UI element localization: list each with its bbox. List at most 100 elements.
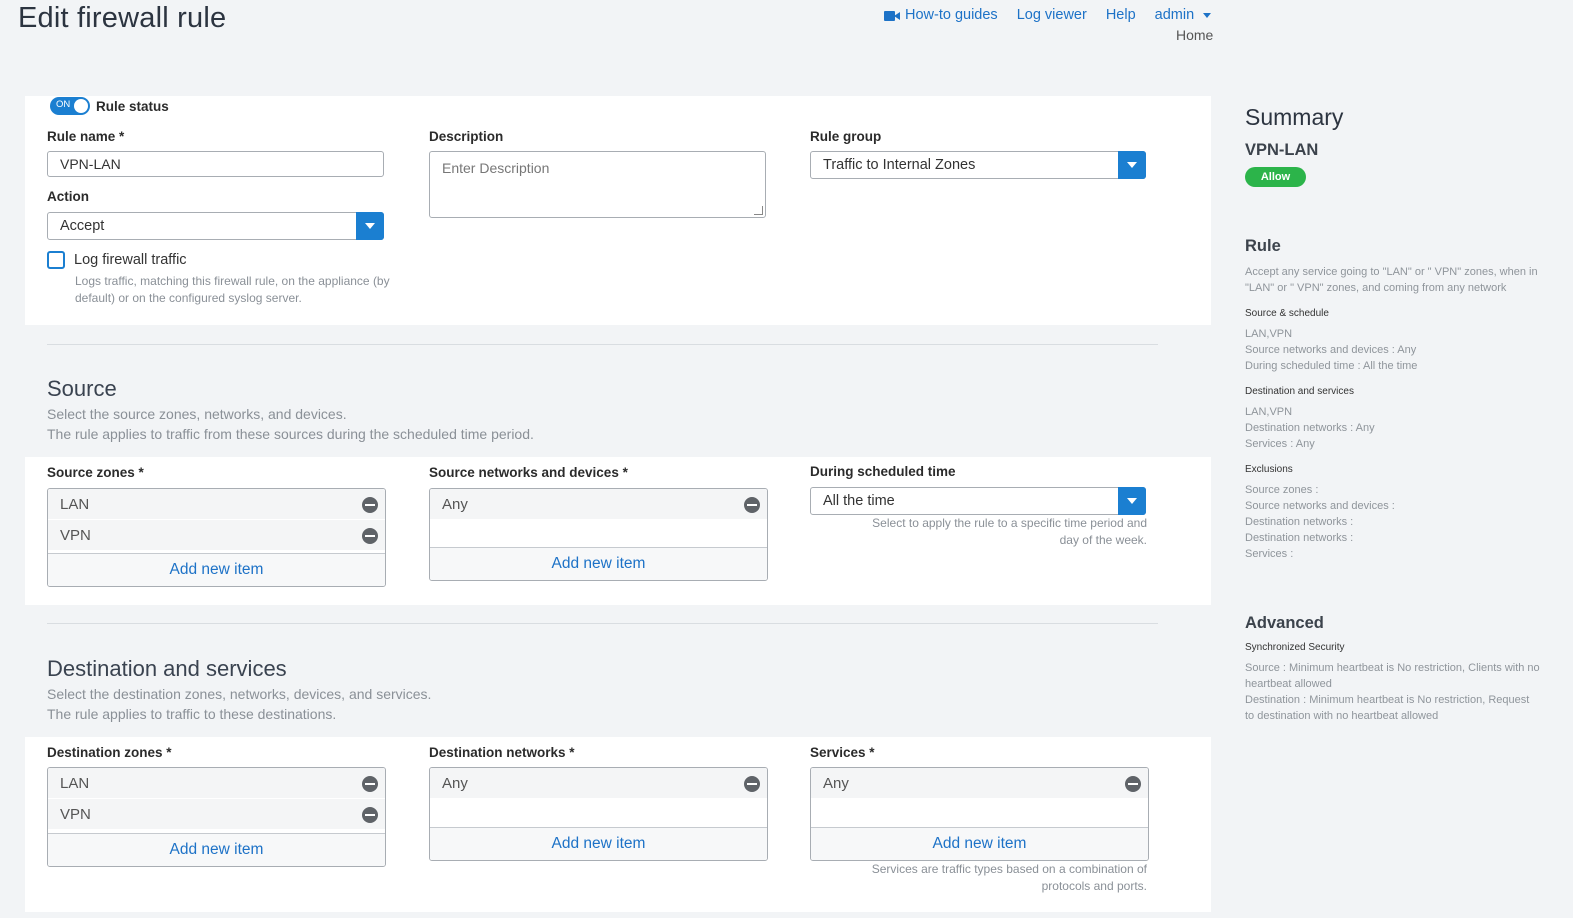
services-list: Any Add new item <box>810 767 1149 861</box>
remove-icon[interactable] <box>1125 776 1141 792</box>
list-item-label: VPN <box>60 526 91 544</box>
summary-source-heading: Source & schedule <box>1245 308 1329 319</box>
action-label: Action <box>47 189 89 204</box>
list-item-label: VPN <box>60 805 91 823</box>
destination-title: Destination and services <box>47 656 287 681</box>
source-desc-line: Select the source zones, networks, and d… <box>47 406 347 422</box>
summary-line: Source networks and devices : Any <box>1245 344 1417 356</box>
log-traffic-label: Log firewall traffic <box>74 252 187 268</box>
log-help-line: default) or on the configured syslog ser… <box>75 291 302 305</box>
top-links: How-to guides Log viewer Help admin <box>884 7 1212 23</box>
summary-line: Source zones : <box>1245 484 1319 496</box>
services-help: Services are traffic types based on a co… <box>810 861 1147 895</box>
summary-line: "LAN" or " VPN" zones, and coming from a… <box>1245 282 1507 294</box>
summary-source-lines: LAN,VPN Source networks and devices : An… <box>1245 326 1417 374</box>
summary-advanced-lines: Source : Minimum heartbeat is No restric… <box>1245 660 1540 724</box>
source-desc-line: The rule applies to traffic from these s… <box>47 426 534 442</box>
destination-desc-line: The rule applies to traffic to these des… <box>47 706 337 722</box>
add-new-item-button[interactable]: Add new item <box>811 827 1148 860</box>
admin-label: admin <box>1154 7 1195 23</box>
help-link[interactable]: Help <box>1106 7 1136 23</box>
add-new-item-button[interactable]: Add new item <box>48 553 385 586</box>
rule-group-select[interactable]: Traffic to Internal Zones <box>810 151 1146 179</box>
remove-icon[interactable] <box>362 807 378 823</box>
add-new-item-button[interactable]: Add new item <box>430 827 767 860</box>
summary-line: Destination : Minimum heartbeat is No re… <box>1245 694 1530 706</box>
howto-guides-link[interactable]: How-to guides <box>884 7 998 23</box>
summary-line: During scheduled time : All the time <box>1245 360 1418 372</box>
remove-icon[interactable] <box>362 497 378 513</box>
remove-icon[interactable] <box>362 776 378 792</box>
action-value: Accept <box>60 218 105 234</box>
summary-line: Services : Any <box>1245 438 1315 450</box>
summary-sync-heading: Synchronized Security <box>1245 642 1345 653</box>
destination-networks-list: Any Add new item <box>429 767 768 861</box>
chevron-down-icon[interactable] <box>1118 487 1146 515</box>
rule-group-label: Rule group <box>810 129 882 144</box>
breadcrumb-home[interactable]: Home <box>1176 27 1213 43</box>
add-new-item-button[interactable]: Add new item <box>430 547 767 580</box>
log-traffic-checkbox[interactable] <box>47 251 65 269</box>
list-item: LAN <box>48 489 385 520</box>
add-new-item-button[interactable]: Add new item <box>48 833 385 866</box>
summary-line: Destination networks : <box>1245 516 1354 528</box>
rule-status-label: Rule status <box>96 99 169 114</box>
status-badge: Allow <box>1245 167 1306 187</box>
source-zones-list: LAN VPN Add new item <box>47 488 386 587</box>
summary-line: Destination networks : <box>1245 532 1354 544</box>
summary-line: Accept any service going to "LAN" or " V… <box>1245 266 1538 278</box>
list-item: Any <box>430 489 767 520</box>
list-item: VPN <box>48 520 385 551</box>
services-help-line: Services are traffic types based on a co… <box>871 862 1147 876</box>
list-item-label: Any <box>442 495 468 513</box>
source-title: Source <box>47 376 117 401</box>
summary-line: heartbeat allowed <box>1245 678 1332 690</box>
source-networks-label: Source networks and devices * <box>429 465 628 480</box>
chevron-down-icon[interactable] <box>356 212 384 240</box>
rule-group-value: Traffic to Internal Zones <box>823 157 976 173</box>
toggle-knob <box>74 99 88 113</box>
services-label: Services * <box>810 745 875 760</box>
summary-line: Destination networks : Any <box>1245 422 1375 434</box>
rule-status-toggle[interactable]: ON <box>50 97 90 115</box>
divider <box>47 344 1158 345</box>
list-item: VPN <box>48 799 385 830</box>
log-help-line: Logs traffic, matching this firewall rul… <box>75 274 390 288</box>
destination-zones-label: Destination zones * <box>47 745 172 760</box>
description-textarea[interactable]: Enter Description <box>429 151 766 218</box>
summary-line: Services : <box>1245 548 1294 560</box>
schedule-help-line: Select to apply the rule to a specific t… <box>872 516 1147 530</box>
summary-destination-heading: Destination and services <box>1245 386 1354 397</box>
howto-label: How-to guides <box>905 7 998 23</box>
remove-icon[interactable] <box>362 528 378 544</box>
summary-line: to destination with no heartbeat allowed <box>1245 710 1439 722</box>
rule-name-input[interactable]: VPN-LAN <box>47 151 384 177</box>
list-item-label: LAN <box>60 774 90 792</box>
resize-handle-icon[interactable] <box>754 206 763 215</box>
summary-destination-lines: LAN,VPN Destination networks : Any Servi… <box>1245 404 1375 452</box>
summary-exclusions-lines: Source zones : Source networks and devic… <box>1245 482 1395 562</box>
summary-rule-name: VPN-LAN <box>1245 141 1319 159</box>
summary-exclusions-heading: Exclusions <box>1245 464 1293 475</box>
divider <box>47 623 1158 624</box>
toggle-text: ON <box>56 99 71 110</box>
list-item: LAN <box>48 768 385 799</box>
schedule-label: During scheduled time <box>810 464 956 479</box>
page-title: Edit firewall rule <box>18 2 227 34</box>
description-label: Description <box>429 129 504 144</box>
chevron-down-icon[interactable] <box>1118 151 1146 179</box>
remove-icon[interactable] <box>744 776 760 792</box>
action-select[interactable]: Accept <box>47 212 384 240</box>
summary-line: Source networks and devices : <box>1245 500 1395 512</box>
list-item: Any <box>430 768 767 799</box>
log-traffic-help: Logs traffic, matching this firewall rul… <box>75 273 390 307</box>
chevron-down-icon <box>1203 12 1212 18</box>
list-item: Any <box>811 768 1148 799</box>
remove-icon[interactable] <box>744 497 760 513</box>
summary-advanced-heading: Advanced <box>1245 614 1324 632</box>
admin-menu[interactable]: admin <box>1155 7 1212 23</box>
schedule-select[interactable]: All the time <box>810 487 1146 515</box>
list-item-label: Any <box>823 774 849 792</box>
summary-title: Summary <box>1245 104 1344 130</box>
log-viewer-link[interactable]: Log viewer <box>1017 7 1087 23</box>
